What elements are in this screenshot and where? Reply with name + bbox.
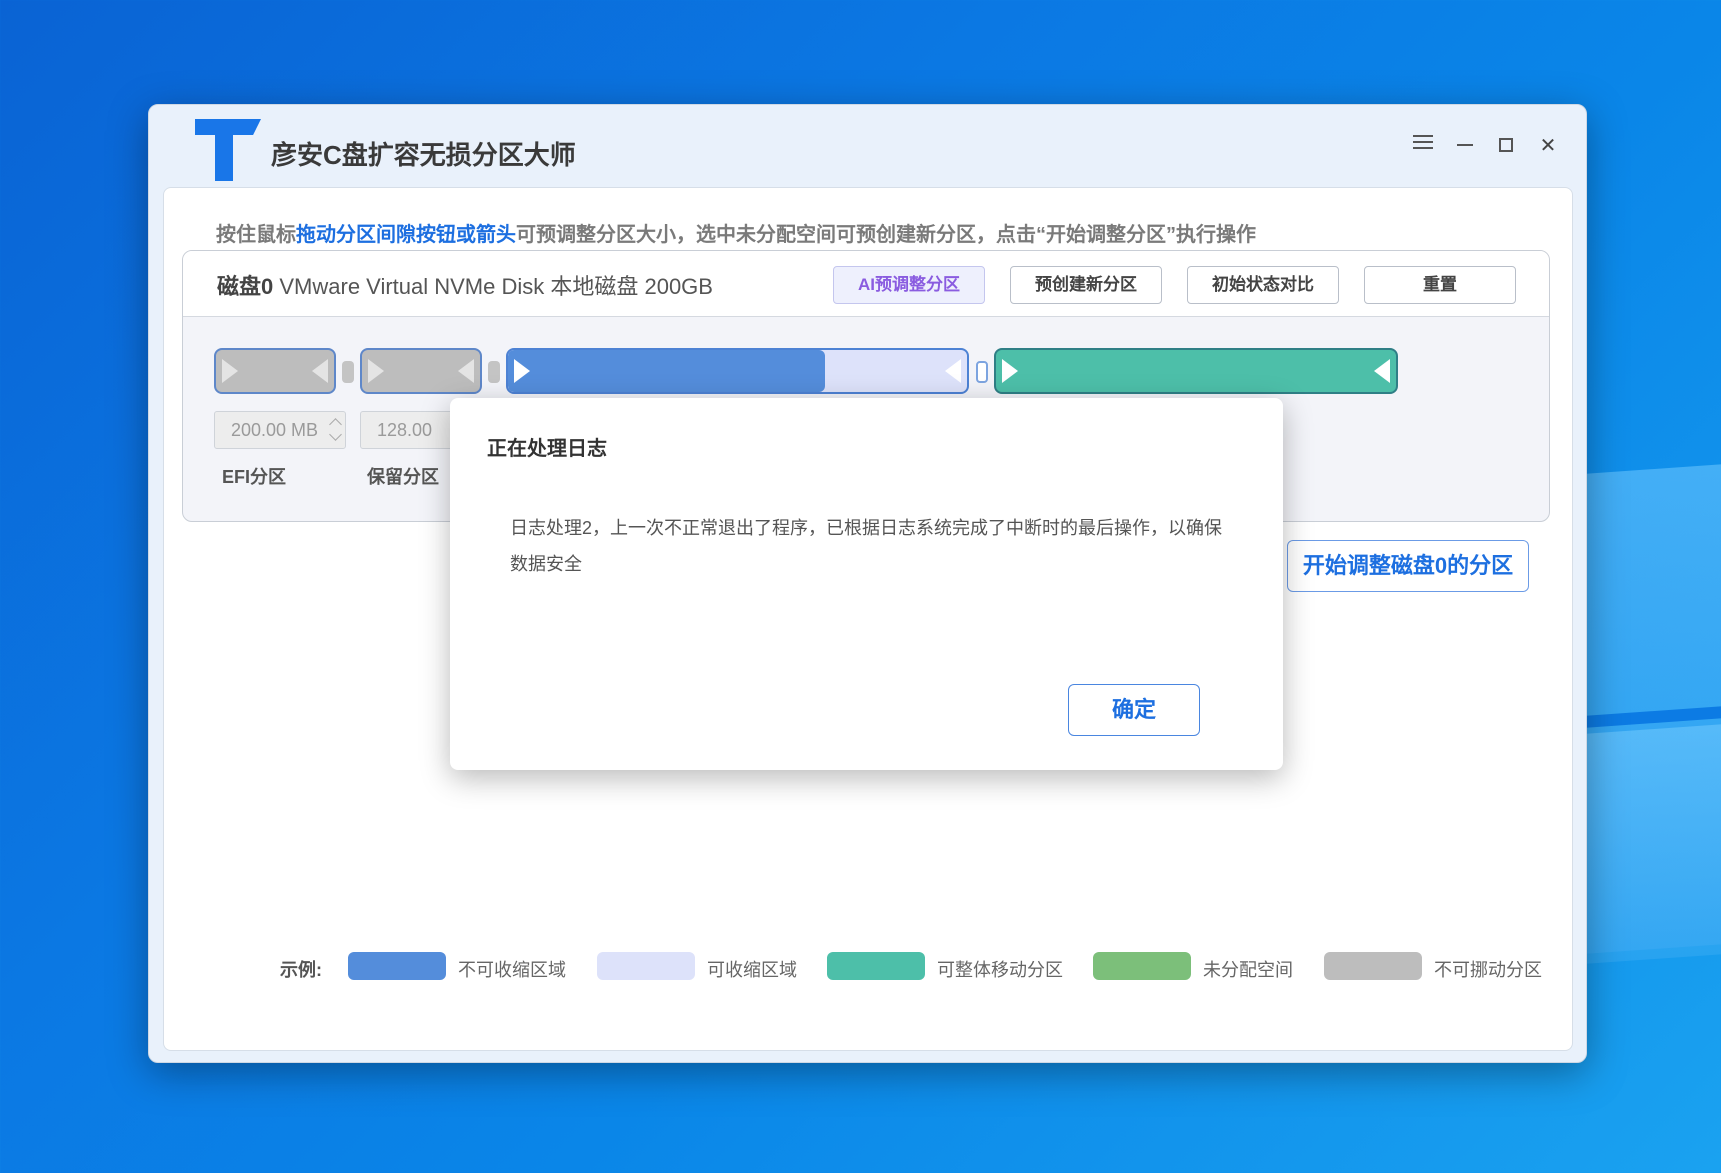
partition-data-bar[interactable]: [994, 348, 1398, 394]
ok-button[interactable]: 确定: [1068, 684, 1200, 736]
partition-system-bar[interactable]: [506, 348, 969, 394]
reserved-size-value: 128.00: [377, 420, 433, 440]
legend-label: 可收缩区域: [707, 960, 797, 980]
disk-description: VMware Virtual NVMe Disk 本地磁盘 200GB: [279, 274, 713, 299]
efi-size-value: 200.00 MB: [231, 420, 319, 440]
hint-prefix: 按住鼠标: [216, 224, 296, 246]
efi-partition-label: EFI分区: [222, 467, 287, 487]
efi-size-input[interactable]: 200.00 MB: [214, 411, 346, 449]
reset-button[interactable]: 重置: [1364, 266, 1516, 304]
partition-gap-handle[interactable]: [488, 361, 500, 383]
legend-label: 不可挪动分区: [1434, 960, 1542, 980]
non-shrinkable-fill: [508, 350, 825, 392]
resize-right-arrow-icon[interactable]: [1002, 359, 1018, 383]
partition-efi-bar[interactable]: [214, 348, 336, 394]
resize-left-arrow-icon[interactable]: [945, 359, 961, 383]
close-icon[interactable]: ✕: [1534, 131, 1562, 159]
menu-icon[interactable]: [1409, 131, 1437, 159]
initial-state-compare-button[interactable]: 初始状态对比: [1187, 266, 1339, 304]
dialog-message: 日志处理2，上一次不正常退出了程序，已根据日志系统完成了中断时的最后操作，以确保…: [510, 518, 1223, 574]
pre-create-partition-button[interactable]: 预创建新分区: [1010, 266, 1162, 304]
disk-name: 磁盘0: [217, 274, 274, 299]
dialog-title: 正在处理日志: [487, 438, 607, 460]
partition-reserved-bar[interactable]: [360, 348, 482, 394]
start-adjust-button[interactable]: 开始调整磁盘0的分区: [1287, 540, 1529, 592]
minimize-icon[interactable]: [1451, 131, 1479, 159]
disk-header: 磁盘0 VMware Virtual NVMe Disk 本地磁盘 200GB …: [183, 251, 1549, 317]
legend-label: 未分配空间: [1203, 960, 1293, 980]
legend-label: 不可收缩区域: [458, 960, 566, 980]
partition-gap-handle[interactable]: [342, 361, 354, 383]
resize-right-arrow-icon[interactable]: [368, 359, 384, 383]
ai-adjust-button[interactable]: AI预调整分区: [833, 266, 985, 304]
legend: 示例: 不可收缩区域 可收缩区域 可整体移动分区 未分配空间 不可挪动分区: [164, 948, 1572, 988]
maximize-icon[interactable]: [1492, 131, 1520, 159]
legend-title: 示例:: [280, 960, 322, 980]
resize-left-arrow-icon[interactable]: [1374, 359, 1390, 383]
legend-swatch: [827, 952, 925, 980]
legend-swatch: [1324, 952, 1422, 980]
resize-left-arrow-icon[interactable]: [458, 359, 474, 383]
hint-highlight: 拖动分区间隙按钮或箭头: [296, 224, 516, 246]
reserved-partition-label: 保留分区: [367, 467, 439, 487]
disk-info: 磁盘0 VMware Virtual NVMe Disk 本地磁盘 200GB: [217, 269, 713, 301]
resize-right-arrow-icon[interactable]: [514, 359, 530, 383]
resize-right-arrow-icon[interactable]: [222, 359, 238, 383]
processing-log-dialog: 正在处理日志 日志处理2，上一次不正常退出了程序，已根据日志系统完成了中断时的最…: [450, 398, 1283, 770]
legend-label: 可整体移动分区: [937, 960, 1063, 980]
resize-left-arrow-icon[interactable]: [312, 359, 328, 383]
instruction-text: 按住鼠标拖动分区间隙按钮或箭头可预调整分区大小，选中未分配空间可预创建新分区，点…: [216, 218, 1256, 247]
legend-swatch: [1093, 952, 1191, 980]
partition-gap-handle[interactable]: [976, 361, 988, 383]
legend-swatch: [597, 952, 695, 980]
app-logo: [195, 119, 261, 185]
hint-suffix: 可预调整分区大小，选中未分配空间可预创建新分区，点击“开始调整分区”执行操作: [516, 224, 1256, 246]
spinner-icon[interactable]: [329, 416, 341, 444]
app-title: 彦安C盘扩容无损分区大师: [271, 140, 576, 170]
legend-swatch: [348, 952, 446, 980]
